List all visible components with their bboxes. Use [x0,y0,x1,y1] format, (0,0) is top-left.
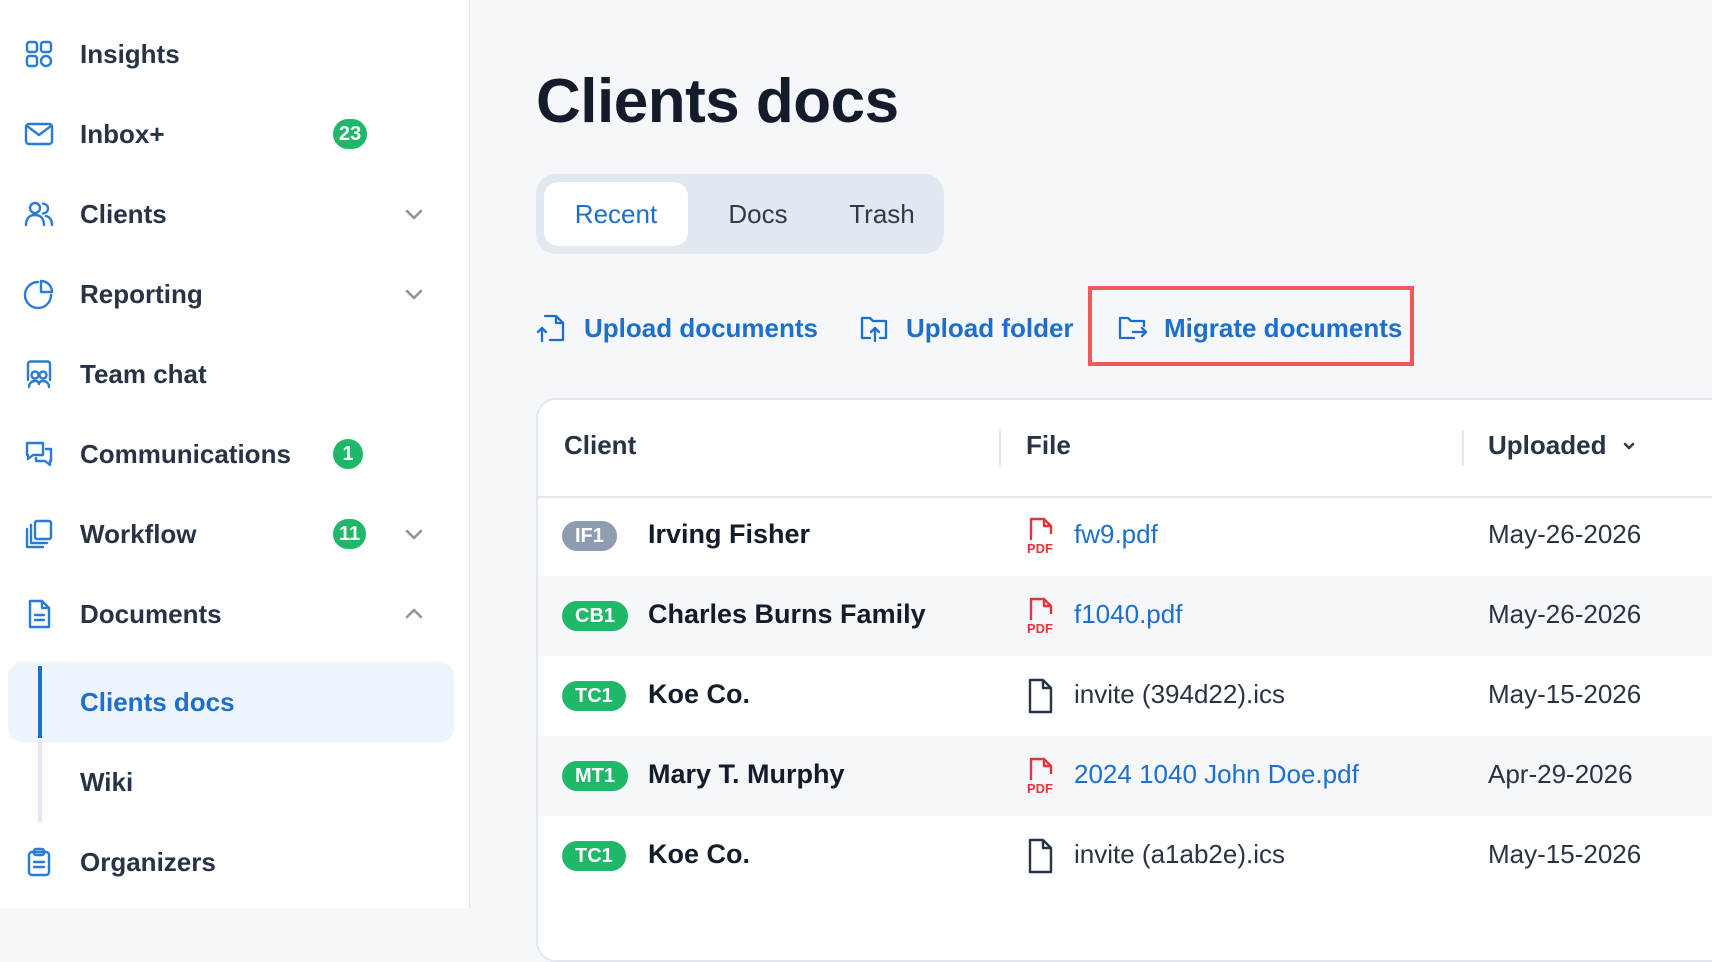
users-icon [22,197,56,231]
sidebar-item-clients[interactable]: Clients [0,184,470,244]
document-icon [22,597,56,631]
file-name-link[interactable]: f1040.pdf [1074,599,1182,630]
tab-docs[interactable]: Docs [692,182,824,246]
upload-folder-button[interactable]: Upload folder [858,304,1074,352]
tab-recent[interactable]: Recent [544,182,688,246]
file-icon [1028,838,1053,874]
table-row[interactable]: CB1 Charles Burns Family PDF f1040.pdf May-2… [538,576,1712,656]
column-divider[interactable] [1462,430,1464,466]
sidebar-item-insights[interactable]: Insights [0,24,470,84]
documents-table: Client File Uploaded IF1 Irving Fisher PDF… [536,398,1712,962]
column-header-uploaded[interactable]: Uploaded [1488,430,1638,461]
table-row[interactable]: MT1 Mary T. Murphy PDF 2024 1040 John Doe.p… [538,736,1712,816]
file-name-link[interactable]: fw9.pdf [1074,519,1158,550]
client-name[interactable]: Koe Co. [648,839,750,870]
chevron-up-icon[interactable] [400,600,428,628]
sidebar-item-reporting[interactable]: Reporting [0,264,470,324]
pdf-file-icon: PDF [1027,757,1053,796]
page-title: Clients docs [536,67,899,136]
svg-text:PDF: PDF [1027,621,1053,636]
table-row[interactable]: TC1 Koe Co. invite (a1ab2e).ics May-15-2026 [538,816,1712,896]
uploaded-date: May-15-2026 [1488,839,1642,869]
tab-bar: Recent Docs Trash [536,174,944,254]
file-name-link[interactable]: invite (a1ab2e).ics [1074,839,1285,870]
chat-bubbles-icon [22,437,56,471]
sidebar-item-label: Workflow [80,518,197,549]
client-initials-badge: TC1 [562,681,626,711]
workflow-count-badge: 11 [333,519,367,549]
upload-documents-icon [536,314,565,343]
sort-chevron-down-icon[interactable] [1620,437,1638,455]
stacked-pages-icon [22,517,56,551]
sidebar-item-communications[interactable]: Communications 1 [0,424,470,484]
upload-documents-label: Upload documents [584,312,819,343]
client-initials-badge: CB1 [562,601,629,631]
sidebar-item-documents[interactable]: Documents [0,584,470,644]
sidebar-subitem-clients-docs[interactable]: Clients docs [8,662,454,742]
column-header-file[interactable]: File [1026,430,1071,461]
client-name[interactable]: Mary T. Murphy [648,759,845,790]
uploaded-date: May-26-2026 [1488,599,1642,629]
uploaded-date: Apr-29-2026 [1488,759,1633,789]
file-name-link[interactable]: invite (394d22).ics [1074,679,1285,710]
sidebar-item-label: Communications [80,438,291,469]
svg-text:PDF: PDF [1027,781,1053,796]
chevron-down-icon[interactable] [400,520,428,548]
sidebar-item-label: Reporting [80,278,203,309]
inbox-count-badge: 23 [333,119,368,149]
client-name[interactable]: Irving Fisher [648,519,810,550]
chevron-down-icon[interactable] [400,200,428,228]
grid-icon [22,37,56,71]
sidebar-item-organizers[interactable]: Organizers [0,832,470,892]
pdf-file-icon: PDF [1027,597,1053,636]
chevron-down-icon[interactable] [400,280,428,308]
uploaded-date: May-15-2026 [1488,679,1642,709]
file-icon [1028,678,1053,714]
sidebar-item-label: Organizers [80,846,216,877]
table-row[interactable]: IF1 Irving Fisher PDF fw9.pdf May-26-2026 [538,496,1712,576]
sidebar-subitem-wiki[interactable]: Wiki [8,742,454,822]
team-chat-icon [22,357,56,391]
file-name-link[interactable]: 2024 1040 John Doe.pdf [1074,759,1359,790]
column-header-uploaded-label: Uploaded [1488,430,1607,460]
client-name[interactable]: Charles Burns Family [648,599,926,630]
svg-text:PDF: PDF [1027,541,1053,556]
migrate-documents-highlight [1088,286,1414,366]
sidebar-item-label: Documents [80,598,222,629]
client-name[interactable]: Koe Co. [648,679,750,710]
sidebar-item-team-chat[interactable]: Team chat [0,344,470,404]
client-initials-badge: MT1 [562,761,628,791]
client-initials-badge: IF1 [562,521,617,551]
sidebar-item-label: Inbox+ [80,118,165,149]
tab-trash[interactable]: Trash [826,182,938,246]
sidebar-item-label: Clients [80,198,167,229]
uploaded-date: May-26-2026 [1488,519,1642,549]
client-initials-badge: TC1 [562,841,626,871]
sidebar-item-inbox[interactable]: Inbox+ 23 [0,104,470,164]
column-divider[interactable] [999,430,1001,466]
table-header: Client File Uploaded [538,400,1712,498]
sidebar-item-label: Team chat [80,358,207,389]
sidebar: Insights Inbox+ 23 Clients Reporting Tea… [0,0,470,908]
sidebar-item-workflow[interactable]: Workflow 11 [0,504,470,564]
pie-chart-icon [22,277,56,311]
upload-documents-button[interactable]: Upload documents [536,304,818,352]
communications-count-badge: 1 [333,439,363,469]
sidebar-subitem-label: Clients docs [80,686,235,717]
mail-icon [22,117,56,151]
sidebar-item-label: Insights [80,38,180,69]
column-header-client[interactable]: Client [564,430,636,461]
sidebar-subitem-label: Wiki [80,766,134,797]
pdf-file-icon: PDF [1027,517,1053,556]
upload-folder-label: Upload folder [906,312,1074,343]
table-row[interactable]: TC1 Koe Co. invite (394d22).ics May-15-2026 [538,656,1712,736]
clipboard-icon [22,845,56,879]
upload-folder-icon [860,316,888,343]
